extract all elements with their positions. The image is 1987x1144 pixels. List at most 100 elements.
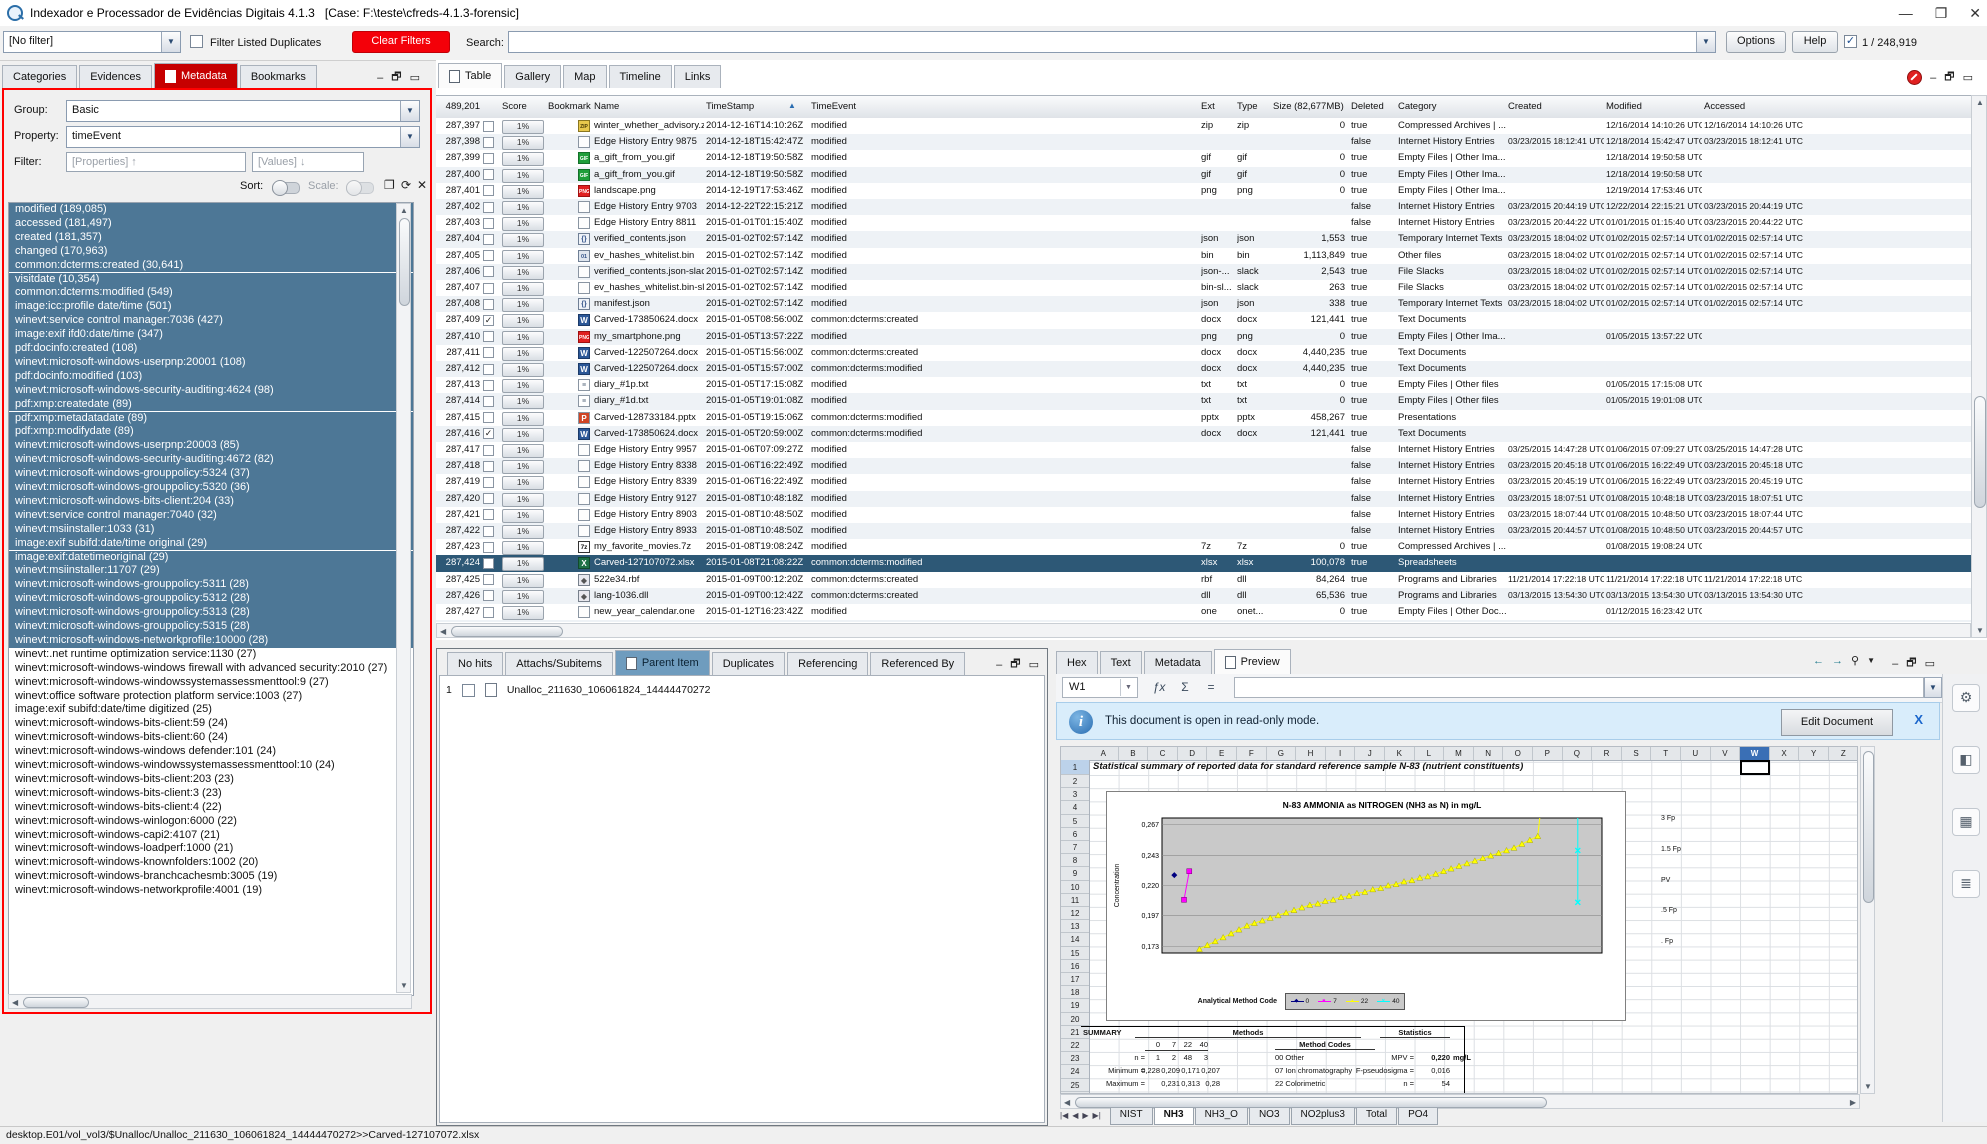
panel-detach-icon[interactable]: 🗗 bbox=[391, 68, 401, 87]
select-all-checkbox[interactable]: ✓ bbox=[1844, 35, 1857, 48]
column-timeevent[interactable]: TimeEvent bbox=[811, 101, 856, 112]
row-checkbox[interactable] bbox=[483, 542, 494, 553]
row-checkbox[interactable] bbox=[483, 299, 494, 310]
metadata-value-item[interactable]: image:icc:profile date/time (501) bbox=[9, 300, 413, 314]
metadata-value-item[interactable]: changed (170,963) bbox=[9, 245, 413, 259]
sheet-row-17[interactable]: 17 bbox=[1061, 973, 1089, 986]
row-checkbox[interactable] bbox=[483, 590, 494, 601]
sheet-tab-po4[interactable]: PO4 bbox=[1398, 1108, 1438, 1125]
panel-minimize-icon[interactable]: – bbox=[1930, 72, 1936, 84]
metadata-value-item[interactable]: winevt:microsoft-windows-bits-client:4 (… bbox=[9, 801, 413, 815]
sheet-hscrollbar[interactable]: ◀ ▶ bbox=[1060, 1094, 1860, 1109]
sheet-nav-2[interactable]: ▶ bbox=[1082, 1111, 1088, 1120]
parent-item-row[interactable]: 1 Unalloc_211630_106061824_14444470272 bbox=[446, 682, 710, 698]
table-row[interactable]: 287,4051%01ev_hashes_whitelist.bin2015-0… bbox=[436, 248, 1971, 264]
metadata-value-item[interactable]: winevt:msiinstaller:1033 (31) bbox=[9, 523, 413, 537]
table-header[interactable]: 489,201 Score Bookmark Name TimeStamp ▲ … bbox=[436, 95, 1971, 119]
metadata-value-item[interactable]: accessed (181,497) bbox=[9, 217, 413, 231]
column-created[interactable]: Created bbox=[1508, 101, 1542, 112]
sheet-column-h[interactable]: H bbox=[1296, 747, 1326, 760]
sheet-column-r[interactable]: R bbox=[1592, 747, 1622, 760]
column-category[interactable]: Category bbox=[1398, 101, 1437, 112]
row-checkbox[interactable] bbox=[483, 445, 494, 456]
panel-maximize-icon[interactable]: ▭ bbox=[1963, 71, 1973, 84]
table-row[interactable]: 287,3981%Edge History Entry 98752014-12-… bbox=[436, 134, 1971, 150]
sheet-row-10[interactable]: 10 bbox=[1061, 881, 1089, 894]
metadata-value-item[interactable]: common:dcterms:created (30,641) bbox=[9, 259, 413, 273]
metadata-value-item[interactable]: image:exif subifd:date/time digitized (2… bbox=[9, 703, 413, 717]
row-checkbox[interactable] bbox=[483, 331, 494, 342]
sheet-vscrollbar[interactable]: ▼ bbox=[1860, 746, 1875, 1094]
metadata-value-item[interactable]: pdf:docinfo:created (108) bbox=[9, 342, 413, 356]
metadata-value-item[interactable]: winevt:microsoft-windows-userpnp:20001 (… bbox=[9, 356, 413, 370]
row-checkbox[interactable] bbox=[483, 250, 494, 261]
metadata-value-item[interactable]: winevt:microsoft-windows-grouppolicy:531… bbox=[9, 606, 413, 620]
table-row[interactable]: 287,4231%7zmy_favorite_movies.7z2015-01-… bbox=[436, 539, 1971, 555]
filter-dropdown[interactable]: [No filter] ▼ bbox=[3, 31, 181, 53]
group-dropdown[interactable]: Basic▼ bbox=[66, 100, 420, 122]
close-button[interactable]: ✕ bbox=[1969, 5, 1981, 22]
row-checkbox[interactable] bbox=[483, 412, 494, 423]
metadata-value-item[interactable]: winevt:microsoft-windows-security-auditi… bbox=[9, 453, 413, 467]
sheet-row-9[interactable]: 9 bbox=[1061, 867, 1089, 880]
metadata-value-item[interactable]: winevt:microsoft-windows-grouppolicy:532… bbox=[9, 481, 413, 495]
function-wizard-icon[interactable]: ƒx bbox=[1148, 677, 1170, 698]
table-row[interactable]: 287,4151%PCarved-128733184.pptx2015-01-0… bbox=[436, 410, 1971, 426]
metadata-value-item[interactable]: winevt:.net runtime optimization service… bbox=[9, 648, 413, 662]
parent-item-checkbox[interactable] bbox=[462, 684, 475, 697]
table-row[interactable]: 287,4221%Edge History Entry 89332015-01-… bbox=[436, 523, 1971, 539]
row-checkbox[interactable] bbox=[483, 380, 494, 391]
tab-preview[interactable]: Preview bbox=[1214, 649, 1291, 674]
table-row[interactable]: 287,4061%verified_contents.json-slack201… bbox=[436, 264, 1971, 280]
column-ext[interactable]: Ext bbox=[1201, 101, 1215, 112]
sheet-column-j[interactable]: J bbox=[1355, 747, 1385, 760]
panel-maximize-icon[interactable]: ▭ bbox=[410, 71, 420, 84]
row-checkbox[interactable] bbox=[483, 202, 494, 213]
sheet-column-i[interactable]: I bbox=[1326, 747, 1356, 760]
panel-maximize-icon[interactable]: ▭ bbox=[1029, 658, 1039, 671]
table-row[interactable]: 287,4011%PNGlandscape.png2014-12-19T17:5… bbox=[436, 183, 1971, 199]
metadata-value-item[interactable]: winevt:microsoft-windows-winlogon:6000 (… bbox=[9, 815, 413, 829]
row-checkbox[interactable] bbox=[483, 509, 494, 520]
metadata-value-item[interactable]: visitdate (10,354) bbox=[9, 273, 413, 287]
metadata-value-item[interactable]: winevt:microsoft-windows-branchcachesmb:… bbox=[9, 870, 413, 884]
table-row[interactable]: 287,4171%Edge History Entry 99572015-01-… bbox=[436, 442, 1971, 458]
cell-reference-box[interactable]: W1▼ bbox=[1062, 677, 1138, 698]
sheet-row-18[interactable]: 18 bbox=[1061, 986, 1089, 999]
row-checkbox[interactable] bbox=[483, 461, 494, 472]
table-row[interactable]: 287,3991%GIFa_gift_from_you.gif2014-12-1… bbox=[436, 150, 1971, 166]
property-dropdown[interactable]: timeEvent▼ bbox=[66, 126, 420, 148]
column-deleted[interactable]: Deleted bbox=[1351, 101, 1384, 112]
sheet-column-v[interactable]: V bbox=[1711, 747, 1741, 760]
sheet-tab-nist[interactable]: NIST bbox=[1110, 1108, 1153, 1125]
column-bookmark[interactable]: Bookmark bbox=[548, 101, 591, 112]
sheet-column-d[interactable]: D bbox=[1178, 747, 1208, 760]
sidebar-properties-icon[interactable]: ◧ bbox=[1952, 746, 1980, 774]
tab-metadata[interactable]: Metadata bbox=[1144, 651, 1212, 674]
sheet-column-w[interactable]: W bbox=[1740, 747, 1770, 760]
table-row[interactable]: 287,4131%≡diary_#1p.txt2015-01-05T17:15:… bbox=[436, 377, 1971, 393]
tab-map[interactable]: Map bbox=[563, 65, 606, 88]
table-row[interactable]: 287,4041%{}verified_contents.json2015-01… bbox=[436, 231, 1971, 247]
sheet-column-c[interactable]: C bbox=[1148, 747, 1178, 760]
panel-detach-icon[interactable]: 🗗 bbox=[1010, 655, 1020, 674]
sheet-column-headers[interactable]: ABCDEFGHIJKLMNOPQRSTUVWXYZ bbox=[1061, 747, 1858, 761]
metadata-value-item[interactable]: winevt:microsoft-windows-windowssystemas… bbox=[9, 676, 413, 690]
tab-evidences[interactable]: Evidences bbox=[79, 65, 152, 88]
row-checkbox[interactable]: ✓ bbox=[483, 315, 494, 326]
sheet-column-l[interactable]: L bbox=[1415, 747, 1445, 760]
metadata-value-item[interactable]: winevt:microsoft-windows-networkprofile:… bbox=[9, 634, 413, 648]
table-row[interactable]: 287,4251%◆522e34.rbf2015-01-09T00:12:20Z… bbox=[436, 572, 1971, 588]
tab-categories[interactable]: Categories bbox=[2, 65, 77, 88]
tab-table[interactable]: Table bbox=[438, 63, 502, 88]
tab-bookmarks[interactable]: Bookmarks bbox=[240, 65, 317, 88]
metadata-value-item[interactable]: winevt:microsoft-windows-bits-client:60 … bbox=[9, 731, 413, 745]
metadata-value-item[interactable]: winevt:microsoft-windows-bits-client:203… bbox=[9, 773, 413, 787]
metadata-value-item[interactable]: modified (189,085) bbox=[9, 203, 413, 217]
sidebar-gallery-icon[interactable]: ▦ bbox=[1952, 808, 1980, 836]
table-row[interactable]: 287,4201%Edge History Entry 91272015-01-… bbox=[436, 491, 1971, 507]
table-vscrollbar[interactable]: ▲ ▼ bbox=[1971, 95, 1987, 638]
sheet-row-16[interactable]: 16 bbox=[1061, 960, 1089, 973]
metadata-value-item[interactable]: winevt:office software protection platfo… bbox=[9, 690, 413, 704]
sheet-column-x[interactable]: X bbox=[1770, 747, 1800, 760]
